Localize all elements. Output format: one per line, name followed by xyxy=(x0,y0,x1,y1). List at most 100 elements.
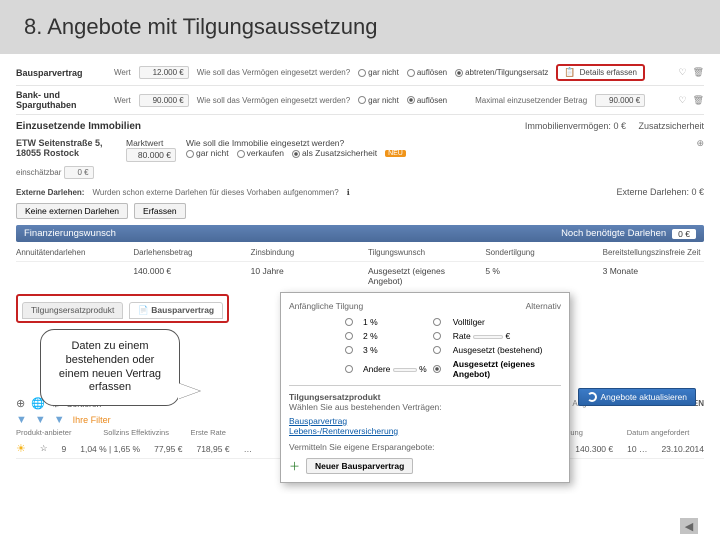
details-erfassen-highlight[interactable]: 📋 Details erfassen xyxy=(556,64,645,81)
immo-summary-label: Immobilienvermögen: xyxy=(525,121,611,131)
favorite-icon[interactable]: ☆ xyxy=(40,443,48,454)
extd-label: Externe Darlehen: xyxy=(16,188,84,197)
property-address: ETW Seitenstraße 5, 18055 Rostock xyxy=(16,138,116,158)
col-bereitstellung: Bereitstellungszinsfreie Zeit xyxy=(603,248,704,257)
cell-rest: 718,95 € xyxy=(196,444,229,454)
opt-2pct[interactable]: 2 % xyxy=(363,331,427,341)
delete-icon[interactable]: 🗑 xyxy=(693,95,704,106)
info-icon[interactable]: ℹ xyxy=(347,188,350,197)
col-tilgung: Tilgungswunsch xyxy=(368,248,469,257)
btn-angebote-aktualisieren[interactable]: Angebote aktualisieren xyxy=(578,388,696,406)
immobilien-title: Einzusetzende Immobilien xyxy=(16,115,141,134)
clipboard-icon: 📋 xyxy=(564,67,575,78)
nav-back-button[interactable]: ◀ xyxy=(680,518,698,534)
detail-icon[interactable]: ⊕ xyxy=(696,138,704,149)
cell-bereitstellung: 3 Monate xyxy=(603,266,704,286)
cell-rank: 9 xyxy=(62,444,67,454)
cell-bind: 10 … xyxy=(627,444,647,454)
opt-3pct[interactable]: 3 % xyxy=(363,345,427,355)
immo-calc: Zusatzsicherheit xyxy=(638,121,704,131)
col-zinsbindung: Zinsbindung xyxy=(251,248,352,257)
darlehen-grid-row[interactable]: 140.000 € 10 Jahre Ausgesetzt (eigenes A… xyxy=(16,262,704,290)
filter-icon[interactable]: ▼ xyxy=(16,414,27,426)
opt-andere[interactable]: Andere % xyxy=(363,364,427,374)
finanzierungswunsch-bar: Finanzierungswunsch Noch benötigte Darle… xyxy=(16,225,704,242)
spar-question: Wie soll das Vermögen eingesetzt werden? xyxy=(197,96,350,105)
finbar-right-label: Noch benötigte Darlehen xyxy=(561,228,666,239)
cell-rate: 77,95 € xyxy=(154,444,182,454)
spar-value[interactable]: 90.000 € xyxy=(139,94,189,107)
opt-1pct[interactable]: 1 % xyxy=(363,317,427,327)
row-bausparvertrag: Bausparvertrag Wert 12.000 € Wie soll da… xyxy=(16,60,704,86)
delete-icon[interactable]: 🗑 xyxy=(693,67,704,78)
spar-opt-garnicht[interactable]: gar nicht xyxy=(368,96,399,105)
popup-section-title: Tilgungsersatzprodukt xyxy=(289,392,561,402)
plus-icon[interactable]: ＋ xyxy=(289,458,300,474)
bsv-question: Wie soll das Vermögen eingesetzt werden? xyxy=(197,68,350,77)
col-type: Annuitätendarlehen xyxy=(16,248,117,257)
opt-aufloesen[interactable]: auflösen xyxy=(417,68,447,77)
neu-badge: NEU xyxy=(385,150,406,157)
finbar-title: Finanzierungswunsch xyxy=(24,228,116,239)
ext-darlehen-row: Externe Darlehen: Wurden schon externe D… xyxy=(16,179,704,201)
spar-options[interactable]: gar nicht auflösen xyxy=(358,96,447,105)
cell-empty: … xyxy=(244,444,253,454)
btn-neuer-bsv[interactable]: Neuer Bausparvertrag xyxy=(306,458,413,474)
filter-label: Ihre Filter xyxy=(73,415,111,425)
cell-date: 23.10.2014 xyxy=(661,444,704,454)
btn-erfassen[interactable]: Erfassen xyxy=(134,203,186,219)
cell-tilgung: Ausgesetzt (eigenes Angebot) xyxy=(368,266,469,286)
reload-icon xyxy=(587,392,597,402)
heart-icon[interactable]: ♡ xyxy=(678,95,686,106)
spar-value-label: Wert xyxy=(114,96,131,105)
app-content: Bausparvertrag Wert 12.000 € Wie soll da… xyxy=(0,54,720,494)
spar-max-value[interactable]: 90.000 € xyxy=(595,94,645,107)
col-betrag: Darlehensbetrag xyxy=(133,248,234,257)
link-bausparvertrag[interactable]: Bausparvertrag xyxy=(289,416,561,426)
spar-opt-aufloesen[interactable]: auflösen xyxy=(417,96,447,105)
doc-icon: 📄 xyxy=(138,305,149,315)
cell-sum: 140.300 € xyxy=(575,444,613,454)
einschaetzen-value[interactable]: 0 € xyxy=(64,166,94,179)
marktwert-value[interactable]: 80.000 € xyxy=(126,148,176,162)
heart-icon[interactable]: ♡ xyxy=(678,67,686,78)
popup-col2: Alternativ xyxy=(526,301,561,311)
btn-keine-externen[interactable]: Keine externen Darlehen xyxy=(16,203,128,219)
col-sondertilgung: Sondertilgung xyxy=(485,248,586,257)
popup-choose-existing: Wählen Sie aus bestehenden Verträgen: xyxy=(289,402,561,412)
tab-tilgungsersatz[interactable]: Tilgungsersatzprodukt xyxy=(22,302,123,319)
cell-sondertilgung: 5 % xyxy=(485,266,586,286)
filter-icon[interactable]: ▼ xyxy=(54,414,65,426)
cell-eff: 1,04 % | 1,65 % xyxy=(80,444,140,454)
bsv-value-label: Wert xyxy=(114,68,131,77)
opt-abtreten[interactable]: abtreten/Tilgungsersatz xyxy=(465,68,548,77)
einschaetzen-label: einschätzbar xyxy=(16,168,61,177)
opt-rate[interactable]: Rate € xyxy=(453,331,561,341)
tab-bausparvertrag[interactable]: 📄 Bausparvertrag xyxy=(129,302,223,319)
details-btn-label: Details erfassen xyxy=(580,68,637,77)
opt-aus-bestehend[interactable]: Ausgesetzt (bestehend) xyxy=(453,345,561,355)
row-sparguthaben: Bank- und Sparguthaben Wert 90.000 € Wie… xyxy=(16,86,704,115)
tilgung-popup: Anfängliche Tilgung Alternativ 1 % Vollt… xyxy=(280,292,570,483)
cell-betrag: 140.000 € xyxy=(133,266,234,286)
spar-max-label: Maximal einzusetzender Betrag xyxy=(475,96,587,105)
callout-text: Daten zu einem bestehenden oder einem ne… xyxy=(40,329,180,406)
immo-summary-value: 0 € xyxy=(613,121,626,131)
bsv-options[interactable]: gar nicht auflösen abtreten/Tilgungsersa… xyxy=(358,68,548,77)
popup-col1: Anfängliche Tilgung xyxy=(289,301,363,311)
cell-zinsbindung: 10 Jahre xyxy=(251,266,352,286)
popup-choose-new: Vermitteln Sie eigene Ersparangebote: xyxy=(289,442,561,452)
opt-aus-eigenes[interactable]: Ausgesetzt (eigenes Angebot) xyxy=(453,359,561,379)
add-icon[interactable]: ⊕ xyxy=(16,397,25,410)
opt-volltilger[interactable]: Volltilger xyxy=(453,317,561,327)
opt-garnicht[interactable]: gar nicht xyxy=(368,68,399,77)
darlehen-grid-header: Annuitätendarlehen Darlehensbetrag Zinsb… xyxy=(16,242,704,262)
immo-options[interactable]: gar nicht verkaufen als Zusatzsicherheit… xyxy=(186,148,406,158)
filter-icon[interactable]: ▼ xyxy=(35,414,46,426)
slide-header: 8. Angebote mit Tilgungsaussetzung xyxy=(0,0,720,54)
bsv-value[interactable]: 12.000 € xyxy=(139,66,189,79)
slide-title: 8. Angebote mit Tilgungsaussetzung xyxy=(24,14,696,40)
marktwert-label: Marktwert xyxy=(126,138,163,148)
link-lebensversicherung[interactable]: Lebens-/Rentenversicherung xyxy=(289,426,561,436)
immo-question: Wie soll die Immobilie eingesetzt werden… xyxy=(186,138,344,148)
